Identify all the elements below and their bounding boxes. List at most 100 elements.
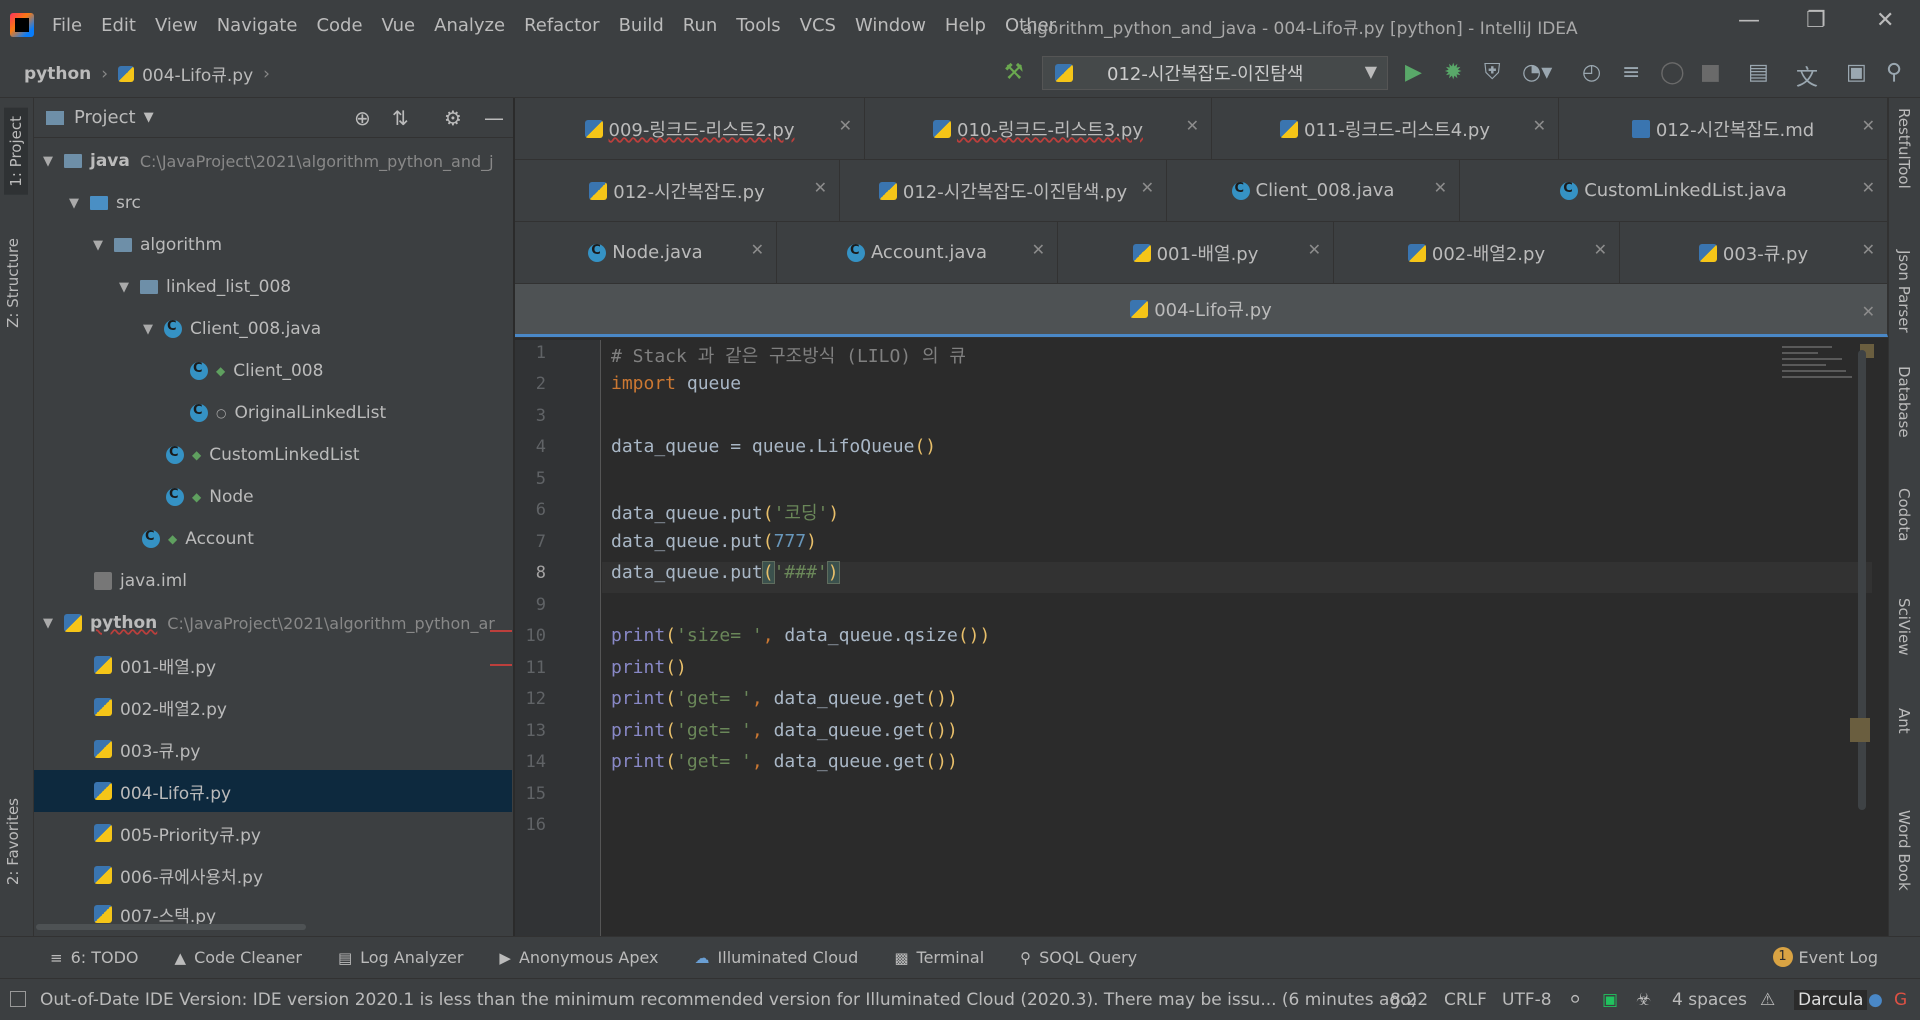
tool-event-log[interactable]: 1 Event Log: [1772, 947, 1878, 967]
menu-vcs[interactable]: VCS: [800, 15, 836, 36]
tool-tab-project[interactable]: 1: Project: [4, 108, 28, 195]
menu-analyze[interactable]: Analyze: [434, 15, 505, 36]
close-tab-icon[interactable]: ✕: [1032, 240, 1045, 259]
indent-setting[interactable]: 4 spaces: [1672, 990, 1747, 1010]
menu-window[interactable]: Window: [855, 15, 926, 36]
tree-item-python-module[interactable]: ▼ python C:\JavaProject\2021\algorithm_p…: [34, 602, 512, 644]
tree-item-003[interactable]: 003-큐.py: [34, 728, 512, 770]
menu-file[interactable]: File: [52, 15, 82, 36]
close-tab-icon[interactable]: ✕: [1862, 240, 1875, 259]
concurrency-icon[interactable]: ≡: [1622, 60, 1640, 85]
inspector-icon[interactable]: ☣: [1636, 990, 1651, 1010]
tree-item-006[interactable]: 006-큐에사용처.py: [34, 854, 512, 896]
gear-icon[interactable]: ⚙: [444, 106, 462, 130]
run-icon[interactable]: ▶: [1405, 60, 1422, 85]
tool-log-analyzer[interactable]: ▤ Log Analyzer: [338, 948, 463, 967]
tab-009[interactable]: 009-링크드-리스트2.py ✕: [515, 98, 865, 159]
tool-anonymous-apex[interactable]: ▶ Anonymous Apex: [499, 948, 658, 967]
collapse-all-icon[interactable]: ⇅: [392, 106, 409, 130]
close-tab-icon[interactable]: ✕: [751, 240, 764, 259]
build-hammer-icon[interactable]: ⚒: [1004, 60, 1024, 85]
caret-position[interactable]: 8:22: [1390, 990, 1428, 1010]
lock-icon[interactable]: ⚪: [1568, 990, 1582, 1010]
project-panel-title[interactable]: Project: [74, 107, 136, 128]
rerun-icon[interactable]: ◯: [1660, 60, 1685, 85]
menu-refactor[interactable]: Refactor: [524, 15, 600, 36]
expanded-arrow-icon[interactable]: ▼: [40, 616, 56, 631]
tab-012-binary-search[interactable]: 012-시간복잡도-이진탐색.py ✕: [840, 160, 1167, 221]
close-tab-icon[interactable]: ✕: [1862, 178, 1875, 197]
expanded-arrow-icon[interactable]: ▼: [116, 280, 132, 295]
menu-run[interactable]: Run: [683, 15, 718, 36]
tree-item-node[interactable]: ◆ Node: [34, 476, 512, 518]
close-tab-icon[interactable]: ✕: [1862, 116, 1875, 135]
tool-terminal[interactable]: ▩ Terminal: [894, 948, 984, 967]
close-tab-icon[interactable]: ✕: [1434, 178, 1447, 197]
menu-view[interactable]: View: [155, 15, 198, 36]
tab-012-py[interactable]: 012-시간복잡도.py ✕: [515, 160, 840, 221]
tree-item-account[interactable]: ◆ Account: [34, 518, 512, 560]
tree-item-algorithm[interactable]: ▼ algorithm: [34, 224, 512, 266]
profile-icon[interactable]: ◔▾: [1522, 60, 1552, 85]
tab-003[interactable]: 003-큐.py ✕: [1620, 222, 1888, 283]
tab-011[interactable]: 011-링크드-리스트4.py ✕: [1212, 98, 1559, 159]
tab-account-java[interactable]: Account.java ✕: [777, 222, 1058, 283]
hide-panel-icon[interactable]: —: [484, 106, 504, 130]
tab-002[interactable]: 002-배열2.py ✕: [1334, 222, 1620, 283]
expanded-arrow-icon[interactable]: ▼: [140, 322, 156, 337]
tab-010[interactable]: 010-링크드-리스트3.py ✕: [865, 98, 1212, 159]
tool-code-cleaner[interactable]: ▲ Code Cleaner: [175, 948, 302, 967]
tree-item-src[interactable]: ▼ src: [34, 182, 512, 224]
menu-navigate[interactable]: Navigate: [217, 15, 298, 36]
tool-tab-json-parser[interactable]: Json Parser: [1895, 250, 1913, 333]
translate-icon[interactable]: 文: [1796, 60, 1818, 92]
tool-tab-database[interactable]: Database: [1895, 366, 1913, 438]
coverage-icon[interactable]: ⛨: [1484, 60, 1501, 85]
tool-tab-ant[interactable]: Ant: [1895, 708, 1913, 734]
search-icon[interactable]: ⚲: [1886, 60, 1902, 85]
close-tab-icon[interactable]: ✕: [1594, 240, 1607, 259]
locate-icon[interactable]: ⊕: [354, 106, 371, 130]
stop-icon[interactable]: ■: [1700, 60, 1721, 85]
code-editor[interactable]: 1 2 3 4 5 6 7 8 9 10 11 12 13 14 15 16 #…: [515, 340, 1888, 936]
file-encoding[interactable]: UTF-8: [1502, 990, 1552, 1010]
tool-tab-restfultool[interactable]: RestfulTool: [1895, 108, 1913, 189]
expanded-arrow-icon[interactable]: ▼: [66, 196, 82, 211]
expanded-arrow-icon[interactable]: ▼: [40, 154, 56, 169]
tree-item-002[interactable]: 002-배열2.py: [34, 686, 512, 728]
close-tab-icon[interactable]: ✕: [1141, 178, 1154, 197]
google-icon[interactable]: G: [1894, 990, 1907, 1010]
tool-soql-query[interactable]: ⚲ SOQL Query: [1020, 948, 1137, 967]
menu-build[interactable]: Build: [619, 15, 664, 36]
menu-tools[interactable]: Tools: [736, 15, 780, 36]
warning-marker[interactable]: [1850, 718, 1870, 742]
tool-illuminated-cloud[interactable]: ☁ Illuminated Cloud: [695, 948, 859, 967]
minimize-icon[interactable]: —: [1738, 8, 1760, 33]
blue-circle-icon[interactable]: ●: [1868, 990, 1883, 1010]
restore-icon[interactable]: ❐: [1806, 8, 1826, 33]
status-message[interactable]: Out-of-Date IDE Version: IDE version 202…: [40, 990, 1417, 1010]
tool-tab-favorites[interactable]: 2: Favorites: [4, 798, 22, 885]
breadcrumb-file[interactable]: 004-Lifo큐.py: [142, 61, 253, 86]
tool-tab-sciview[interactable]: SciView: [1895, 598, 1913, 656]
tree-item-java-iml[interactable]: java.iml: [34, 560, 512, 602]
menu-help[interactable]: Help: [945, 15, 986, 36]
tab-004-active[interactable]: 004-Lifo큐.py ✕: [515, 284, 1888, 337]
tree-item-client-008-class[interactable]: ◆ Client_008: [34, 350, 512, 392]
menu-vue[interactable]: Vue: [382, 15, 416, 36]
presentation-icon[interactable]: ▣: [1846, 60, 1867, 85]
tree-item-005[interactable]: 005-Priority큐.py: [34, 812, 512, 854]
chevron-down-icon[interactable]: ▼: [144, 110, 154, 125]
tab-custom-linked-list[interactable]: CustomLinkedList.java ✕: [1460, 160, 1888, 221]
close-tab-icon[interactable]: ✕: [814, 178, 827, 197]
tab-001[interactable]: 001-배열.py ✕: [1058, 222, 1334, 283]
tab-client-008[interactable]: Client_008.java ✕: [1167, 160, 1460, 221]
tree-item-001[interactable]: 001-배열.py: [34, 644, 512, 686]
run-configuration-select[interactable]: 012-시간복잡도-이진탐색 ▼: [1042, 56, 1388, 90]
close-window-icon[interactable]: ✕: [1876, 8, 1894, 33]
close-tab-icon[interactable]: ✕: [1862, 302, 1875, 321]
close-tab-icon[interactable]: ✕: [1308, 240, 1321, 259]
close-tab-icon[interactable]: ✕: [839, 116, 852, 135]
toggle-tool-windows-icon[interactable]: [10, 991, 26, 1007]
tab-012-md[interactable]: 012-시간복잡도.md ✕: [1559, 98, 1888, 159]
